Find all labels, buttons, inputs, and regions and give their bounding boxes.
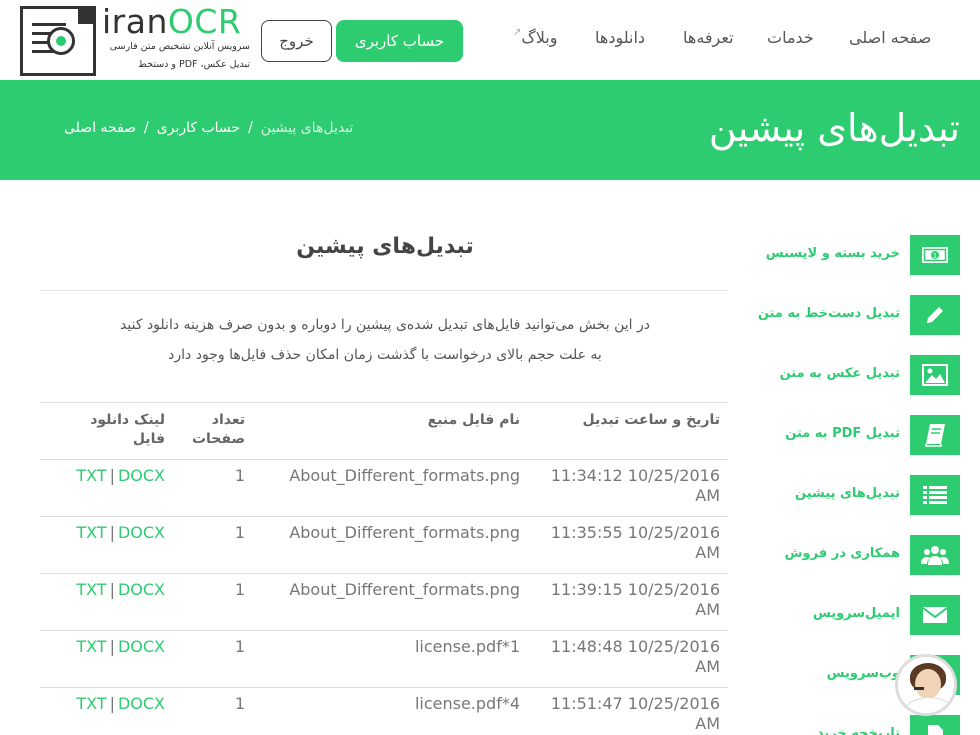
column-header-download: لینک دانلود فایل	[40, 402, 173, 460]
cell-download: TXT | DOCX	[40, 459, 173, 517]
cell-pages: 1	[173, 630, 253, 688]
cell-filename: About_Different_formats.png	[253, 459, 528, 517]
download-docx-link[interactable]: DOCX	[118, 466, 165, 485]
logo-tagline: سرویس آنلاین تشخیص متن فارسی	[109, 41, 250, 52]
download-docx-link[interactable]: DOCX	[118, 523, 165, 542]
sidebar-item-label: تبدیل دست‌خط به متن	[757, 306, 900, 321]
sidebar-item-pdf-to-text[interactable]: تبدیل PDF به متن	[760, 415, 960, 455]
cell-filename: About_Different_formats.png	[253, 573, 528, 631]
logout-button[interactable]: خروج	[261, 20, 332, 62]
breadcrumb-current: تبدیل‌های پیشین	[260, 120, 354, 136]
sidebar-item-label: خرید بسته و لایسنس	[765, 246, 900, 261]
table-header-row: تاریخ و ساعت تبدیل نام فایل منبع تعداد ص…	[40, 402, 728, 460]
sidebar-item-label: تبدیل PDF به متن	[785, 426, 900, 441]
download-txt-link[interactable]: TXT	[76, 637, 106, 656]
download-txt-link[interactable]: TXT	[76, 694, 106, 713]
table-row: 11:39:15 10/25/2016 AM About_Different_f…	[40, 573, 728, 631]
description-line: به علت حجم بالای درخواست با گذشت زمان ام…	[168, 347, 602, 363]
cell-pages: 1	[173, 573, 253, 631]
cell-datetime: 11:34:12 10/25/2016 AM	[528, 459, 728, 517]
section-title: تبدیل‌های پیشین	[296, 234, 474, 259]
page-banner: تبدیل‌های پیشین تبدیل‌های پیشین / حساب کار…	[0, 80, 980, 180]
cell-download: TXT | DOCX	[40, 630, 173, 688]
sidebar-item-label: ایمیل‌سرویس	[812, 606, 900, 621]
description-line: در این بخش می‌توانید فایل‌های تبدیل شده‌…	[120, 317, 650, 333]
file-icon	[910, 715, 960, 735]
section-description: در این بخش می‌توانید فایل‌های تبدیل شده‌…	[40, 310, 730, 370]
column-header-pages: تعداد صفحات	[173, 402, 253, 460]
breadcrumb-separator: /	[144, 120, 149, 136]
breadcrumb: تبدیل‌های پیشین / حساب کاربری / صفحه اصلی	[64, 120, 353, 136]
logo-document-icon	[20, 6, 96, 76]
nav-home[interactable]: صفحه اصلی	[849, 28, 931, 47]
svg-text:1: 1	[933, 252, 937, 260]
sidebar-item-affiliate[interactable]: همکاری در فروش	[760, 535, 960, 575]
cell-download: TXT | DOCX	[40, 573, 173, 631]
column-header-download-label: لینک دانلود فایل	[90, 412, 165, 447]
top-navbar: iranOCR سرویس آنلاین تشخیص متن فارسی تبد…	[0, 0, 980, 80]
cell-filename: license.pdf*1	[253, 630, 528, 688]
sidebar-item-history[interactable]: تبدیل‌های پیشین	[760, 475, 960, 515]
sidebar-item-label: تبدیل‌های پیشین	[795, 486, 900, 501]
sidebar-item-image-to-text[interactable]: تبدیل عکس به متن	[760, 355, 960, 395]
cell-pages: 1	[173, 687, 253, 735]
cell-datetime: 11:51:47 10/25/2016 AM	[528, 687, 728, 735]
sidebar-item-label: تبدیل عکس به متن	[779, 366, 900, 381]
download-txt-link[interactable]: TXT	[76, 523, 106, 542]
live-support-avatar[interactable]	[895, 654, 957, 716]
logo-wordmark: iranOCR	[102, 2, 242, 41]
sidebar-item-buy-license[interactable]: 1 خرید بسته و لایسنس	[760, 235, 960, 275]
download-txt-link[interactable]: TXT	[76, 466, 106, 485]
table-row: 11:34:12 10/25/2016 AM About_Different_f…	[40, 459, 728, 517]
download-txt-link[interactable]: TXT	[76, 580, 106, 599]
cell-pages: 1	[173, 516, 253, 574]
cell-datetime: 11:48:48 10/25/2016 AM	[528, 630, 728, 688]
column-header-pages-label: تعداد صفحات	[191, 412, 245, 447]
nav-services[interactable]: خدمات	[767, 28, 814, 47]
sidebar-item-label: همکاری در فروش	[784, 546, 900, 561]
pencil-icon	[910, 295, 960, 335]
history-table: تاریخ و ساعت تبدیل نام فایل منبع تعداد ص…	[40, 402, 728, 735]
table-row: 11:48:48 10/25/2016 AM license.pdf*1 1 T…	[40, 630, 728, 688]
cell-download: TXT | DOCX	[40, 687, 173, 735]
list-icon	[910, 475, 960, 515]
breadcrumb-separator: /	[248, 120, 253, 136]
download-docx-link[interactable]: DOCX	[118, 637, 165, 656]
logo-tagline-secondary: تبدیل عکس، PDF و دستخط	[138, 59, 250, 70]
cell-filename: license.pdf*4	[253, 687, 528, 735]
cell-datetime: 11:35:55 10/25/2016 AM	[528, 516, 728, 574]
sidebar-item-purchase-history[interactable]: تاریخچه خرید	[760, 715, 960, 735]
column-header-filename: نام فایل منبع	[253, 402, 528, 460]
book-icon	[910, 415, 960, 455]
breadcrumb-account[interactable]: حساب کاربری	[157, 120, 240, 136]
divider	[40, 290, 728, 291]
nav-blog[interactable]: ↗وبلاگ	[512, 27, 558, 47]
breadcrumb-home[interactable]: صفحه اصلی	[64, 120, 136, 136]
headset-icon	[914, 687, 924, 690]
nav-blog-label: وبلاگ	[521, 28, 558, 47]
sidebar-item-email-service[interactable]: ایمیل‌سرویس	[760, 595, 960, 635]
sidebar-item-label: وب‌سرویس	[826, 666, 900, 681]
download-docx-link[interactable]: DOCX	[118, 694, 165, 713]
table-row: 11:35:55 10/25/2016 AM About_Different_f…	[40, 516, 728, 574]
column-header-datetime: تاریخ و ساعت تبدیل	[528, 402, 728, 460]
cell-download: TXT | DOCX	[40, 516, 173, 574]
page-title: تبدیل‌های پیشین	[708, 106, 960, 150]
account-button[interactable]: حساب کاربری	[336, 20, 463, 62]
nav-pricing[interactable]: تعرفه‌ها	[683, 28, 734, 47]
money-icon: 1	[910, 235, 960, 275]
sidebar-item-handwriting[interactable]: تبدیل دست‌خط به متن	[757, 295, 960, 335]
cell-datetime: 11:39:15 10/25/2016 AM	[528, 573, 728, 631]
external-link-icon: ↗	[513, 27, 522, 38]
table-row: 11:51:47 10/25/2016 AM license.pdf*4 1 T…	[40, 687, 728, 735]
cell-filename: About_Different_formats.png	[253, 516, 528, 574]
envelope-icon	[910, 595, 960, 635]
download-docx-link[interactable]: DOCX	[118, 580, 165, 599]
image-icon	[910, 355, 960, 395]
users-icon	[910, 535, 960, 575]
site-logo[interactable]: iranOCR سرویس آنلاین تشخیص متن فارسی تبد…	[20, 2, 252, 76]
sidebar-item-label: تاریخچه خرید	[816, 726, 900, 735]
nav-downloads[interactable]: دانلودها	[595, 28, 645, 47]
cell-pages: 1	[173, 459, 253, 517]
